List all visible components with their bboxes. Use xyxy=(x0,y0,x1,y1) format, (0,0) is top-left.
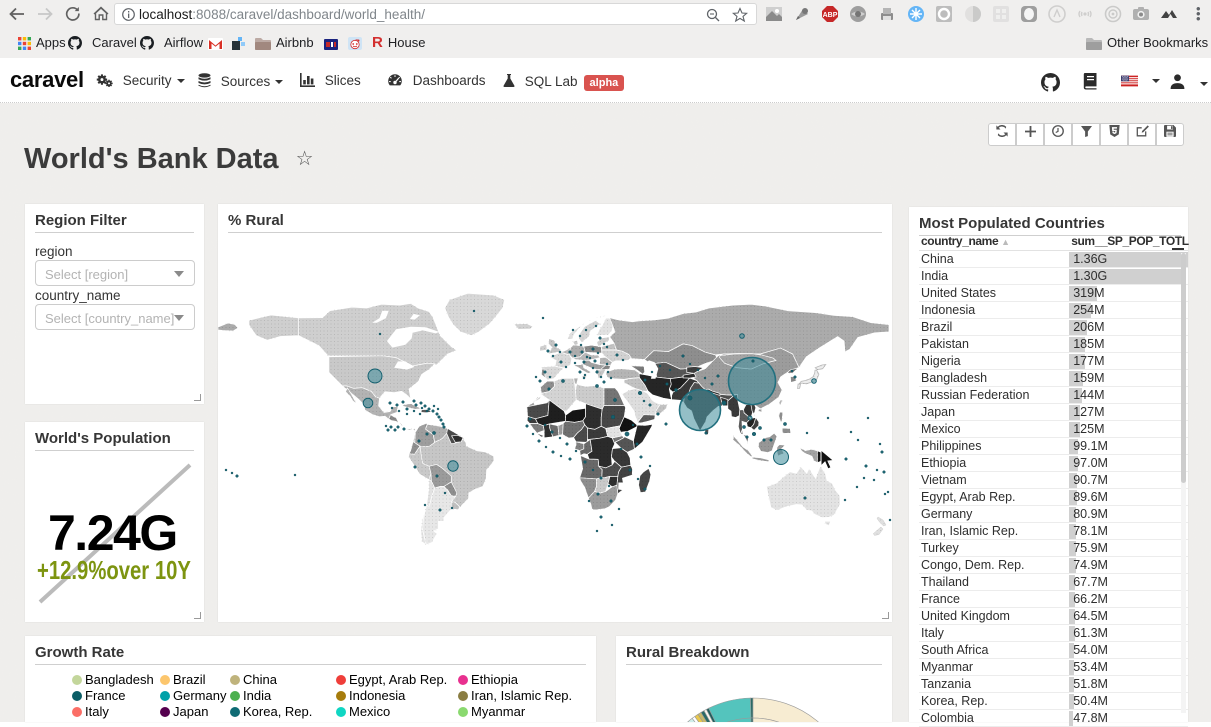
svg-text:ABP: ABP xyxy=(823,12,838,19)
